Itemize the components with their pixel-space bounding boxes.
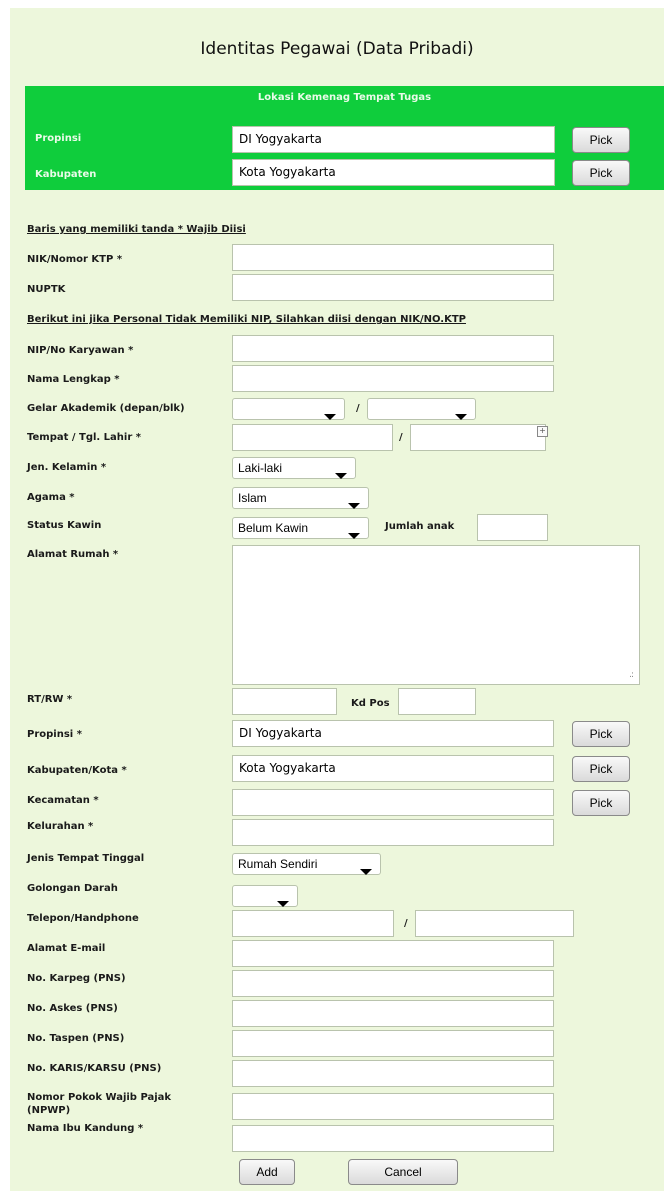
- postal-label: Kd Pos: [351, 698, 390, 709]
- npwp-label-line1: Nomor Pokok Wajib Pajak: [27, 1092, 172, 1103]
- address-textarea[interactable]: .:: [232, 545, 640, 685]
- province-pick-button[interactable]: Pick: [572, 721, 630, 747]
- location-province-pick-button[interactable]: Pick: [572, 127, 630, 153]
- form-panel: Identitas Pegawai (Data Pribadi) Lokasi …: [10, 8, 664, 1191]
- email-label: Alamat E-mail: [27, 943, 106, 954]
- cancel-button[interactable]: Cancel: [348, 1159, 458, 1185]
- marital-label: Status Kawin: [27, 520, 102, 531]
- birth-label: Tempat / Tgl. Lahir *: [27, 432, 141, 443]
- npwp-input[interactable]: [232, 1093, 554, 1120]
- page-title: Identitas Pegawai (Data Pribadi): [200, 39, 474, 59]
- chevron-down-icon: [348, 533, 360, 539]
- degree-back-select[interactable]: [367, 398, 476, 420]
- add-button[interactable]: Add: [239, 1159, 295, 1185]
- location-box: Lokasi Kemenag Tempat Tugas Propinsi DI …: [25, 86, 664, 190]
- degree-front-select[interactable]: [232, 398, 345, 420]
- religion-select[interactable]: Islam: [232, 487, 369, 509]
- postal-input[interactable]: [398, 688, 476, 715]
- marital-select[interactable]: Belum Kawin: [232, 517, 369, 539]
- phone-input[interactable]: [232, 910, 394, 937]
- regency-pick-button[interactable]: Pick: [572, 756, 630, 782]
- location-regency-pick-button[interactable]: Pick: [572, 160, 630, 186]
- marital-value: Belum Kawin: [238, 521, 309, 535]
- residence-select[interactable]: Rumah Sendiri: [232, 853, 381, 875]
- rtrw-label: RT/RW *: [27, 694, 73, 705]
- chevron-down-icon: [348, 503, 360, 509]
- location-regency-input[interactable]: Kota Yogyakarta: [232, 159, 555, 186]
- phone-label: Telepon/Handphone: [27, 913, 139, 924]
- district-label: Kecamatan *: [27, 795, 99, 806]
- nip-label: NIP/No Karyawan *: [27, 345, 134, 356]
- nik-input[interactable]: [232, 244, 554, 271]
- location-header: Lokasi Kemenag Tempat Tugas: [257, 92, 432, 103]
- karis-label: No. KARIS/KARSU (PNS): [27, 1063, 162, 1074]
- regency-input[interactable]: Kota Yogyakarta: [232, 755, 554, 782]
- religion-label: Agama *: [27, 492, 75, 503]
- birth-slash: /: [399, 432, 403, 443]
- handphone-input[interactable]: [415, 910, 574, 937]
- rtrw-input[interactable]: [232, 688, 337, 715]
- birth-place-input[interactable]: [232, 424, 393, 451]
- birth-date-input[interactable]: [410, 424, 546, 451]
- children-label: Jumlah anak: [385, 521, 455, 532]
- residence-label: Jenis Tempat Tinggal: [27, 853, 145, 864]
- gender-value: Laki-laki: [238, 461, 283, 475]
- degree-slash: /: [356, 403, 360, 414]
- nik-label: NIK/Nomor KTP *: [27, 254, 123, 265]
- mother-input[interactable]: [232, 1125, 554, 1152]
- nip-note: Berikut ini jika Personal Tidak Memiliki…: [27, 314, 466, 325]
- gender-label: Jen. Kelamin *: [27, 462, 107, 473]
- karpeg-input[interactable]: [232, 970, 554, 997]
- chevron-down-icon: [360, 869, 372, 875]
- chevron-down-icon: [324, 414, 336, 420]
- fullname-input[interactable]: [232, 365, 554, 392]
- village-label: Kelurahan *: [27, 821, 94, 832]
- required-note: Baris yang memiliki tanda * Wajib Diisi: [27, 224, 246, 235]
- askes-label: No. Askes (PNS): [27, 1003, 118, 1014]
- blood-select[interactable]: [232, 885, 298, 907]
- askes-input[interactable]: [232, 1000, 554, 1027]
- fullname-label: Nama Lengkap *: [27, 374, 120, 385]
- chevron-down-icon: [277, 901, 289, 907]
- taspen-label: No. Taspen (PNS): [27, 1033, 125, 1044]
- degree-label: Gelar Akademik (depan/blk): [27, 403, 185, 414]
- regency-label: Kabupaten/Kota *: [27, 765, 127, 776]
- email-input[interactable]: [232, 940, 554, 967]
- village-input[interactable]: [232, 819, 554, 846]
- blood-label: Golongan Darah: [27, 883, 118, 894]
- karpeg-label: No. Karpeg (PNS): [27, 973, 126, 984]
- religion-value: Islam: [238, 491, 267, 505]
- chevron-down-icon: [455, 414, 467, 420]
- district-pick-button[interactable]: Pick: [572, 790, 630, 816]
- address-label: Alamat Rumah *: [27, 549, 119, 560]
- district-input[interactable]: [232, 789, 554, 816]
- calendar-icon[interactable]: +: [537, 426, 548, 437]
- nuptk-label: NUPTK: [27, 284, 66, 295]
- province-input[interactable]: DI Yogyakarta: [232, 720, 554, 747]
- nip-input[interactable]: [232, 335, 554, 362]
- taspen-input[interactable]: [232, 1030, 554, 1057]
- npwp-label-line2: (NPWP): [27, 1105, 71, 1116]
- location-province-label: Propinsi: [35, 133, 82, 144]
- children-input[interactable]: [477, 514, 548, 541]
- mother-label: Nama Ibu Kandung *: [27, 1123, 144, 1134]
- location-regency-label: Kabupaten: [35, 169, 97, 180]
- phone-slash: /: [404, 918, 408, 929]
- karis-input[interactable]: [232, 1060, 554, 1087]
- resize-grip-icon[interactable]: .:: [629, 670, 634, 680]
- nuptk-input[interactable]: [232, 274, 554, 301]
- gender-select[interactable]: Laki-laki: [232, 457, 356, 479]
- chevron-down-icon: [335, 473, 347, 479]
- location-province-input[interactable]: DI Yogyakarta: [232, 126, 555, 153]
- residence-value: Rumah Sendiri: [238, 857, 318, 871]
- province-label: Propinsi *: [27, 729, 82, 740]
